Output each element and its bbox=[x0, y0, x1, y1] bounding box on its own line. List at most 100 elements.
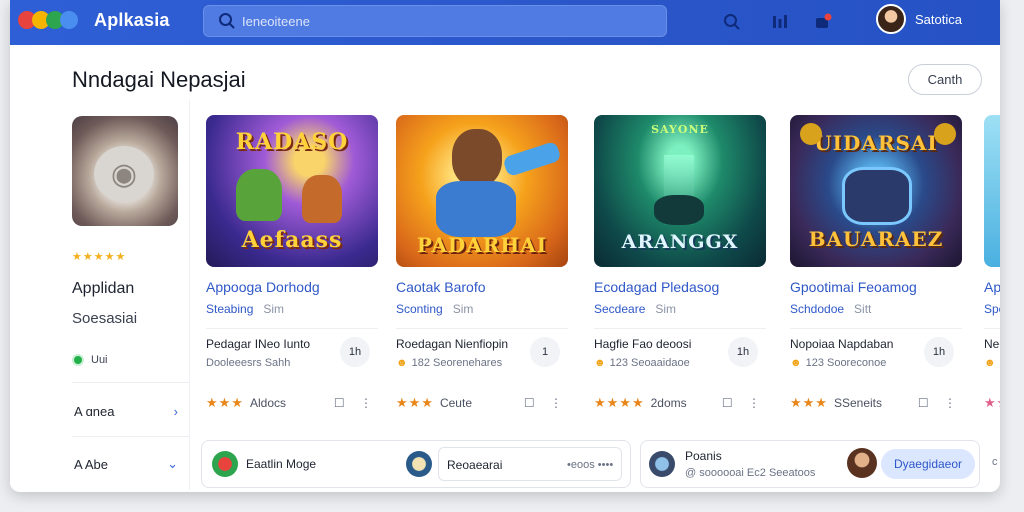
detail-sub-text: 123 Sooreconoe bbox=[805, 357, 887, 369]
page-title: Nndagai Nepasjai bbox=[72, 67, 246, 92]
app-name: Aplkasia bbox=[94, 10, 170, 30]
avatar[interactable] bbox=[876, 4, 906, 34]
app-icon[interactable] bbox=[212, 451, 238, 477]
card-title[interactable]: Caotak Barofo bbox=[396, 279, 568, 295]
search-bar[interactable]: Ieneoiteene bbox=[203, 5, 667, 37]
game-artwork[interactable]: PADARHAI bbox=[396, 115, 568, 267]
duration-pill[interactable]: 1h bbox=[340, 337, 370, 367]
sidebar-item-label: A Abe bbox=[74, 456, 108, 472]
sidebar: ◉ ★★★★★ Applidan Soesasiai Uui A ɑnea › … bbox=[10, 100, 190, 490]
blaster-icon bbox=[502, 140, 562, 178]
sidebar-item-1[interactable]: A ɑnea › bbox=[74, 404, 178, 419]
card-meta: Schdodoe Sitt bbox=[790, 302, 962, 316]
duration-pill[interactable]: 1 bbox=[530, 337, 560, 367]
emoji-icon: ☻ bbox=[396, 357, 408, 369]
card-genre: Spc bbox=[984, 302, 1000, 316]
character-figure bbox=[236, 169, 282, 221]
artwork-title-top: RADASO bbox=[235, 129, 349, 155]
bottom-item-meta: @ soooooai Ec2 Seeatoos bbox=[685, 467, 816, 479]
game-artwork[interactable]: SAYONE ARANGGX bbox=[594, 115, 766, 267]
game-artwork[interactable]: RADASO Aefaass bbox=[206, 115, 378, 267]
app-card-grid: RADASO Aefaass Appooga Dorhodg Steabing S… bbox=[206, 115, 1000, 435]
artwork-title-bottom: ARANGGX bbox=[621, 231, 739, 253]
avatar[interactable] bbox=[847, 448, 877, 478]
status-text: Uui bbox=[91, 354, 108, 366]
emoji-icon: ☻ bbox=[790, 357, 802, 369]
app-card[interactable]: App Spc Neo ☻ ★★ bbox=[984, 115, 1000, 411]
overflow-indicator: c bbox=[992, 456, 998, 468]
card-footer: ★★★ Ceute ☐ ⋮ bbox=[396, 395, 568, 411]
duration-pill[interactable]: 1h bbox=[728, 337, 758, 367]
card-actions-icon[interactable]: ☐ ⋮ bbox=[524, 396, 568, 410]
rating-label: Aldocs bbox=[249, 396, 286, 410]
featured-app-thumbnail[interactable]: ◉ bbox=[72, 116, 178, 226]
user-name[interactable]: Satotica bbox=[915, 12, 962, 27]
card-platform: Sim bbox=[263, 302, 285, 316]
detail-sub: ☻ bbox=[984, 357, 1000, 369]
character-head bbox=[452, 129, 502, 187]
search-icon bbox=[219, 13, 235, 29]
card-title[interactable]: Appooga Dorhodg bbox=[206, 279, 378, 295]
app-icon[interactable] bbox=[649, 451, 675, 477]
card-platform: Sitt bbox=[854, 302, 872, 316]
rating-stars: ★★★ bbox=[206, 395, 244, 410]
rating-stars: ★★★ bbox=[790, 395, 828, 410]
chevron-right-icon: › bbox=[173, 404, 178, 419]
sidebar-subtitle: Soesasiai bbox=[72, 310, 138, 327]
card-actions-icon[interactable]: ☐ ⋮ bbox=[918, 396, 962, 410]
divider bbox=[790, 328, 962, 329]
app-card[interactable]: PADARHAI Caotak Barofo Sconting Sim Roeda… bbox=[396, 115, 568, 411]
card-footer: ★★★ SSeneits ☐ ⋮ bbox=[790, 395, 962, 411]
character-body bbox=[436, 181, 516, 237]
bottom-item-meta: •eoos •••• bbox=[567, 459, 614, 471]
rating-stars: ★★★★ bbox=[594, 395, 645, 410]
card-title[interactable]: App bbox=[984, 279, 1000, 295]
status-dot-icon bbox=[72, 354, 84, 366]
card-footer: ★★ bbox=[984, 395, 1000, 411]
bottom-panel-left: Eaatlin Moge Reoaearai •eoos •••• bbox=[201, 440, 631, 488]
rating-stars: ★★ bbox=[984, 395, 1000, 410]
search-icon[interactable] bbox=[720, 10, 744, 34]
duration-pill[interactable]: 1h bbox=[924, 337, 954, 367]
card-actions-icon[interactable]: ☐ ⋮ bbox=[722, 396, 766, 410]
app-window: Aplkasia Ieneoiteene Satotica Nndagai Ne… bbox=[10, 0, 1000, 492]
sidebar-item-label: A ɑnea bbox=[74, 404, 115, 419]
artwork-title-top: SAYONE bbox=[651, 123, 709, 136]
bottom-item-label[interactable]: Eaatlin Moge bbox=[246, 457, 316, 471]
primary-action-button[interactable]: Dyaegidaeor bbox=[881, 449, 975, 479]
card-genre: Sconting bbox=[396, 302, 443, 316]
detail-sub-text: 123 Seoaaidaoe bbox=[609, 357, 690, 369]
card-footer: ★★★ Aldocs ☐ ⋮ bbox=[206, 395, 378, 411]
app-card[interactable]: UIDARSAI BAUARAEZ Gpootimai Feoamog Schd… bbox=[790, 115, 962, 411]
app-card[interactable]: SAYONE ARANGGX Ecodagad Pledasog Secdear… bbox=[594, 115, 766, 411]
search-input[interactable]: Ieneoiteene bbox=[242, 14, 310, 29]
bottom-item-title: Poanis bbox=[685, 449, 722, 463]
card-title[interactable]: Gpootimai Feoamog bbox=[790, 279, 962, 295]
notification-icon[interactable] bbox=[811, 10, 835, 34]
divider bbox=[594, 328, 766, 329]
sidebar-item-2[interactable]: A Abe ⌄ bbox=[74, 456, 178, 472]
card-title[interactable]: Ecodagad Pledasog bbox=[594, 279, 766, 295]
bottom-item-box[interactable]: Reoaearai •eoos •••• bbox=[438, 447, 622, 481]
app-logo[interactable] bbox=[18, 11, 78, 29]
rating-label: 2doms bbox=[650, 396, 687, 410]
filter-icon[interactable] bbox=[768, 10, 792, 34]
card-detail-row: Roedagan Nienfiopin ☻ 182 Seorenehares 1 bbox=[396, 337, 568, 373]
top-action-button[interactable]: Canth bbox=[908, 64, 982, 95]
app-icon[interactable] bbox=[406, 451, 432, 477]
app-card[interactable]: RADASO Aefaass Appooga Dorhodg Steabing S… bbox=[206, 115, 378, 411]
card-meta: Spc bbox=[984, 302, 1000, 316]
card-meta: Secdeare Sim bbox=[594, 302, 766, 316]
top-bar: Aplkasia Ieneoiteene Satotica bbox=[10, 0, 1000, 45]
app-glyph-icon: ◉ bbox=[94, 146, 154, 202]
coin-icon bbox=[800, 123, 822, 145]
artwork-title-bottom: Aefaass bbox=[241, 227, 343, 253]
emoji-icon: ☻ bbox=[984, 357, 996, 369]
character-figure bbox=[302, 175, 342, 223]
divider bbox=[206, 328, 378, 329]
rating-stars: ★★★★★ bbox=[72, 251, 127, 263]
card-detail-row: Pedagar INeo Iunto Dooleeesrs Sahh 1h bbox=[206, 337, 378, 373]
game-artwork[interactable]: UIDARSAI BAUARAEZ bbox=[790, 115, 962, 267]
card-actions-icon[interactable]: ☐ ⋮ bbox=[334, 396, 378, 410]
game-artwork[interactable] bbox=[984, 115, 1000, 267]
